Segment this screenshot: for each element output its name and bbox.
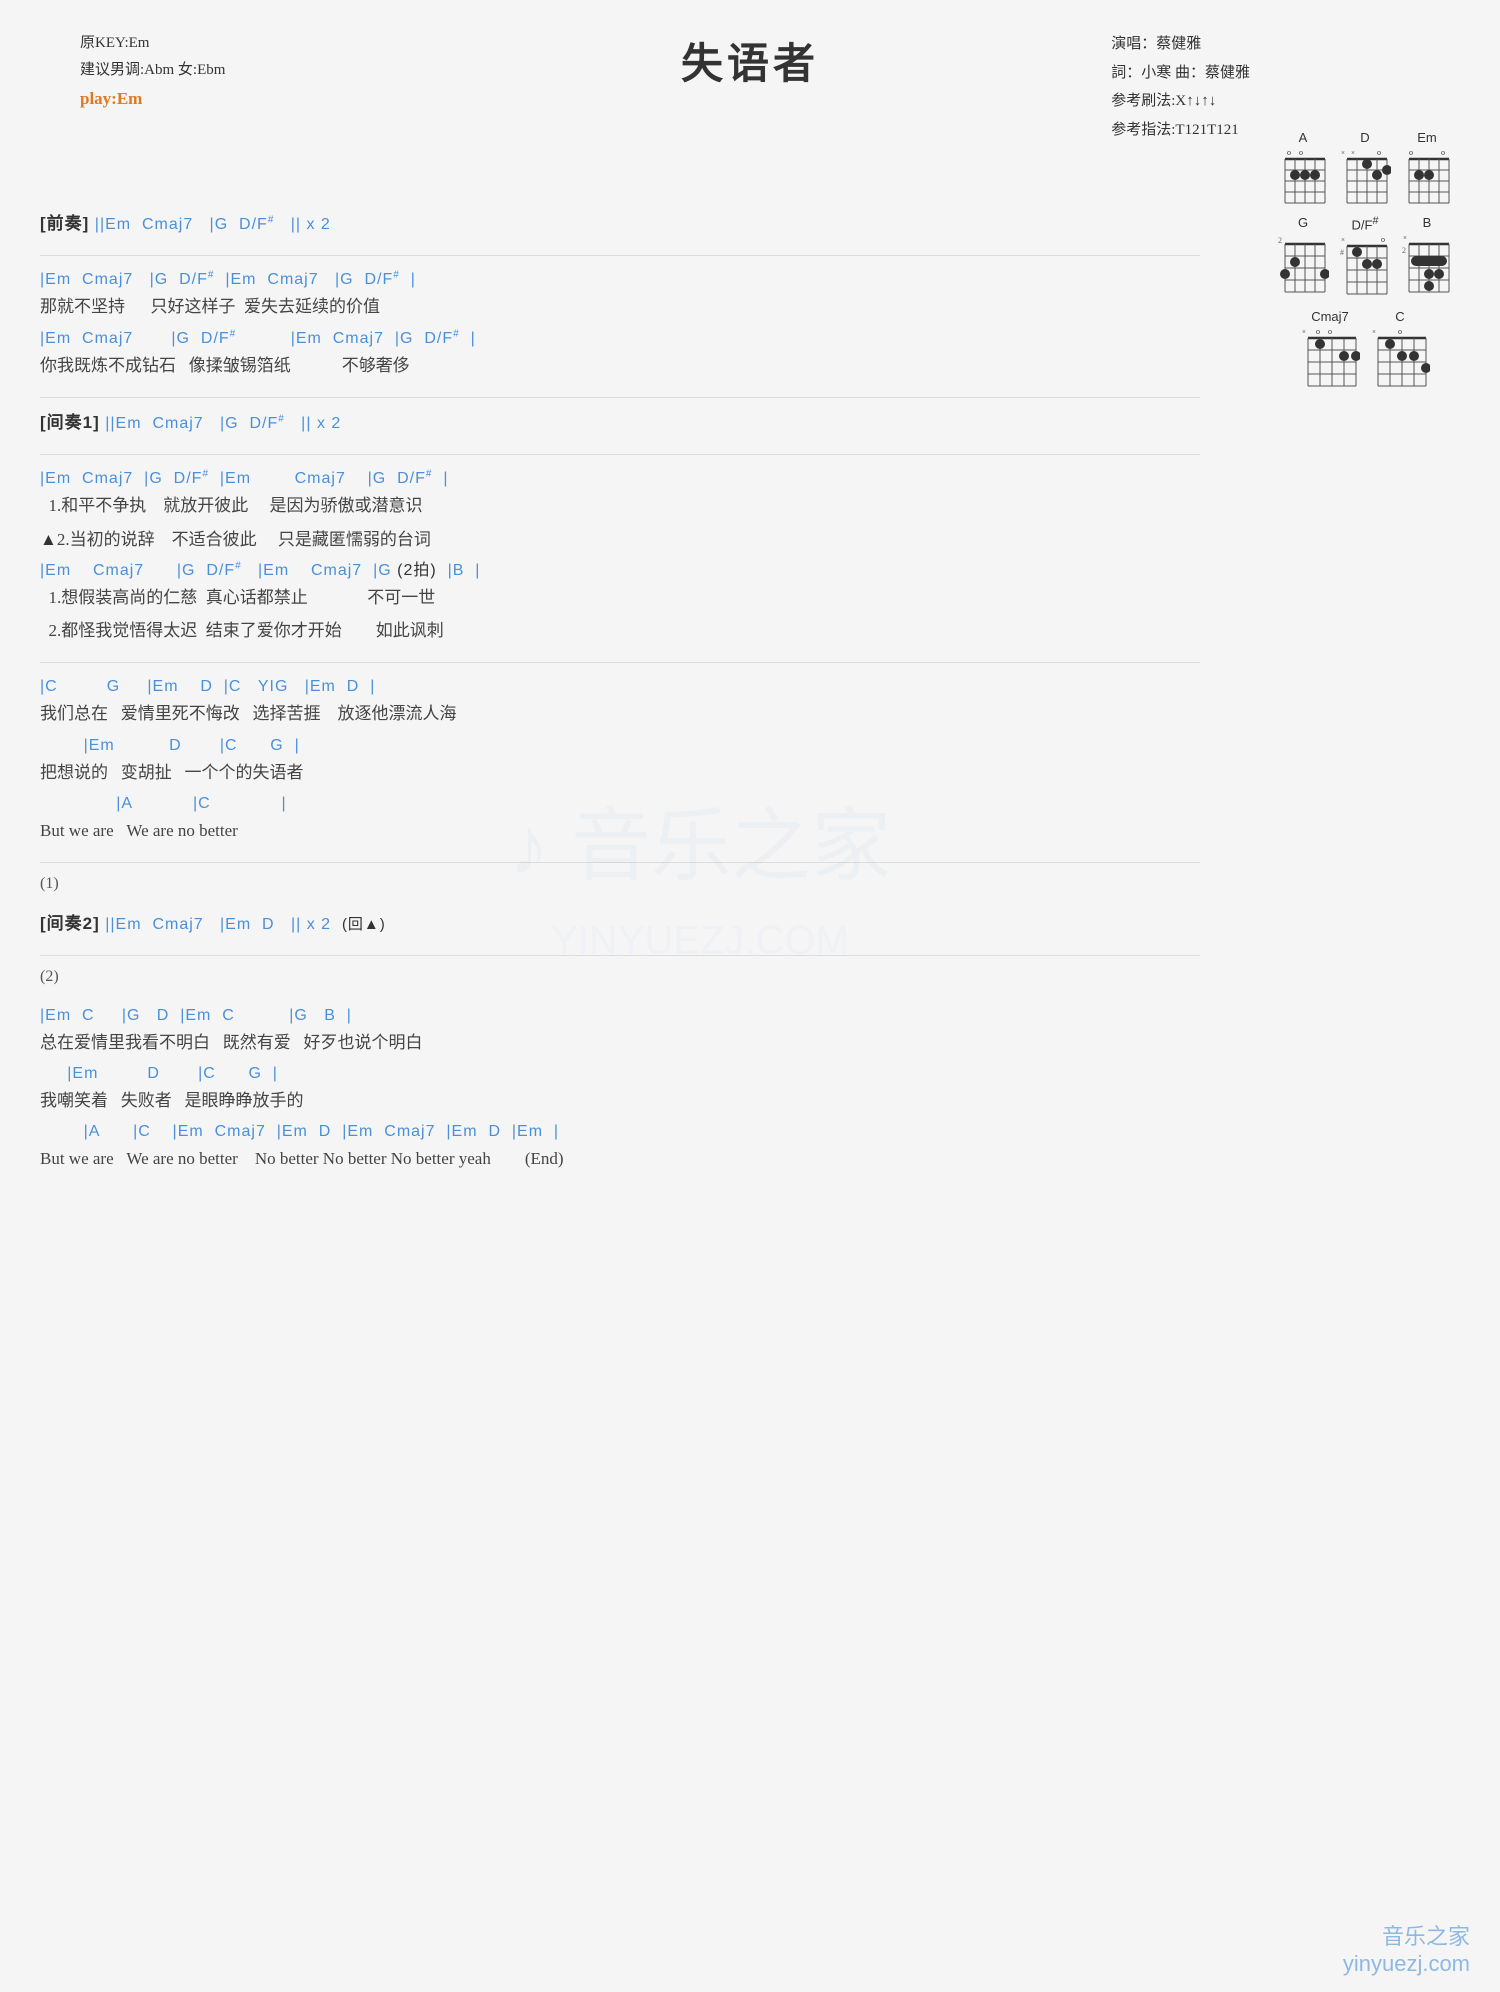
svg-text:2: 2	[1278, 236, 1282, 245]
svg-text:o: o	[1328, 327, 1332, 336]
section-note1: (1)	[40, 875, 1200, 893]
verse2-chords1: |Em Cmaj7 |G D/F# |Em Cmaj7 |G D/F# |	[40, 467, 1200, 491]
svg-text:o: o	[1377, 148, 1381, 157]
verse1-chords2: |Em Cmaj7 |G D/F# |Em Cmaj7 |G D/F# |	[40, 327, 1200, 351]
strum-label: 参考刷法:X↑↓↑↓	[1111, 87, 1250, 116]
svg-text:×: ×	[1403, 234, 1407, 242]
chord-diagrams: A o o	[1250, 130, 1480, 401]
section-verse3: |Em C |G D |Em C |G B | 总在爱情里我看不明白 既然有爱 …	[40, 1004, 1200, 1173]
verse3-lyrics2: 我嘲笑着 失败者 是眼睁睁放手的	[40, 1087, 1200, 1114]
chorus-lyrics3: But we are We are no better	[40, 817, 1200, 844]
chord-box-A: A o o	[1277, 130, 1329, 205]
watermark-text2: yinyuezj.com	[1343, 1951, 1470, 1977]
verse3-chords2: |Em D |C G |	[40, 1062, 1200, 1086]
original-key: 原KEY:Em	[80, 30, 225, 57]
chord-name-Cmaj7: Cmaj7	[1311, 309, 1349, 324]
section-interlude2: [间奏2] ||Em Cmaj7 |Em D || x 2 (回▲)	[40, 911, 1200, 937]
chorus-chords3: |A |C |	[40, 792, 1200, 816]
meta-right: 演唱：蔡健雅 詞：小寒 曲：蔡健雅 参考刷法:X↑↓↑↓ 参考指法:T121T1…	[1111, 30, 1250, 144]
svg-text:#: #	[1340, 248, 1344, 257]
chord-grid-D: × × o	[1339, 147, 1391, 205]
chord-box-DFsharp: D/F# × o #	[1339, 215, 1391, 299]
svg-text:×: ×	[1372, 328, 1376, 336]
chord-name-A: A	[1299, 130, 1308, 145]
prelude-chords: [前奏] ||Em Cmaj7 |G D/F# || x 2	[40, 211, 1200, 237]
page: 原KEY:Em 建议男调:Abm 女:Ebm play:Em 失语者 演唱：蔡健…	[0, 0, 1500, 1992]
chord-grid-Em: o o	[1401, 147, 1453, 205]
chord-box-B: B × 2	[1401, 215, 1453, 299]
chord-grid-Cmaj7: × o o	[1300, 326, 1360, 391]
finger-label: 参考指法:T121T121	[1111, 116, 1250, 145]
verse3-chords3: |A |C |Em Cmaj7 |Em D |Em Cmaj7 |Em D |E…	[40, 1120, 1200, 1144]
svg-text:o: o	[1299, 148, 1303, 157]
verse3-chords1: |Em C |G D |Em C |G B |	[40, 1004, 1200, 1028]
chord-box-G: G 2	[1277, 215, 1329, 299]
chord-name-Em: Em	[1417, 130, 1437, 145]
svg-text:o: o	[1287, 148, 1291, 157]
svg-text:o: o	[1381, 235, 1385, 244]
prelude-label: [前奏]	[40, 214, 89, 233]
section-chorus: |C G |Em D |C YIG |Em D | 我们总在 爱情里死不悔改 选…	[40, 675, 1200, 844]
verse2-lyric2a: 1.想假装高尚的仁慈 真心话都禁止 不可一世	[40, 584, 1200, 611]
svg-text:×: ×	[1351, 149, 1355, 157]
chord-name-DFsharp: D/F#	[1352, 215, 1379, 232]
chorus-chords1: |C G |Em D |C YIG |Em D |	[40, 675, 1200, 699]
suggestion-key: 建议男调:Abm 女:Ebm	[80, 57, 225, 84]
section-verse1: |Em Cmaj7 |G D/F# |Em Cmaj7 |G D/F# | 那就…	[40, 268, 1200, 379]
chord-box-Em: Em o o	[1401, 130, 1453, 205]
verse3-lyrics1: 总在爱情里我看不明白 既然有爱 好歹也说个明白	[40, 1029, 1200, 1056]
chord-row-2: G 2	[1250, 215, 1480, 299]
chord-name-D: D	[1360, 130, 1369, 145]
note2-label: (2)	[40, 968, 1200, 986]
svg-text:o: o	[1441, 148, 1445, 157]
chord-grid-B: × 2	[1401, 232, 1453, 297]
verse1-lyrics1: 那就不坚持 只好这样子 爱失去延续的价值	[40, 293, 1200, 320]
section-verse2: |Em Cmaj7 |G D/F# |Em Cmaj7 |G D/F# | 1.…	[40, 467, 1200, 644]
chord-name-B: B	[1423, 215, 1432, 230]
section-note2: (2)	[40, 968, 1200, 986]
svg-text:o: o	[1316, 327, 1320, 336]
verse2-lyric2b: 2.都怪我觉悟得太迟 结束了爱你才开始 如此讽刺	[40, 617, 1200, 644]
chord-name-C: C	[1395, 309, 1404, 324]
watermark-text1: 音乐之家	[1343, 1919, 1470, 1951]
chord-box-Cmaj7: Cmaj7 × o o	[1300, 309, 1360, 391]
section-interlude1: [间奏1] ||Em Cmaj7 |G D/F# || x 2	[40, 410, 1200, 436]
verse3-lyrics3: But we are We are no better No better No…	[40, 1145, 1200, 1172]
svg-text:o: o	[1409, 148, 1413, 157]
verse1-chords1: |Em Cmaj7 |G D/F# |Em Cmaj7 |G D/F# |	[40, 268, 1200, 292]
svg-text:o: o	[1398, 327, 1402, 336]
section-prelude: [前奏] ||Em Cmaj7 |G D/F# || x 2	[40, 211, 1200, 237]
prelude-chord-text: ||Em Cmaj7 |G D/F# || x 2	[95, 216, 331, 233]
chord-box-D: D × × o	[1339, 130, 1391, 205]
chorus-lyrics1: 我们总在 爱情里死不悔改 选择苦捱 放逐他漂流人海	[40, 700, 1200, 727]
chord-grid-C: × o	[1370, 326, 1430, 391]
main-content: [前奏] ||Em Cmaj7 |G D/F# || x 2 |Em Cmaj7…	[40, 201, 1200, 1173]
watermark-bottom: 音乐之家 yinyuezj.com	[1343, 1919, 1470, 1977]
verse1-lyrics2: 你我既炼不成钻石 像揉皱锡箔纸 不够奢侈	[40, 352, 1200, 379]
chord-row-1: A o o	[1250, 130, 1480, 205]
chord-box-C: C × o	[1370, 309, 1430, 391]
chord-grid-DFsharp: × o #	[1339, 234, 1391, 299]
verse2-lyric1b: ▲2.当初的说辞 不适合彼此 只是藏匿懦弱的台词	[40, 526, 1200, 553]
singer-label: 演唱：蔡健雅	[1111, 30, 1250, 59]
verse2-lyric1a: 1.和平不争执 就放开彼此 是因为骄傲或潜意识	[40, 492, 1200, 519]
chord-row-3: Cmaj7 × o o	[1250, 309, 1480, 391]
meta-left: 原KEY:Em 建议男调:Abm 女:Ebm play:Em	[80, 30, 225, 115]
interlude1-chords: [间奏1] ||Em Cmaj7 |G D/F# || x 2	[40, 410, 1200, 436]
chorus-lyrics2: 把想说的 变胡扯 一个个的失语者	[40, 759, 1200, 786]
lyricist-label: 詞：小寒 曲：蔡健雅	[1111, 59, 1250, 88]
svg-text:×: ×	[1302, 328, 1306, 336]
chord-grid-G: 2	[1277, 232, 1329, 297]
svg-text:×: ×	[1341, 236, 1345, 244]
chorus-chords2: |Em D |C G |	[40, 734, 1200, 758]
verse2-chords2: |Em Cmaj7 |G D/F# |Em Cmaj7 |G (2拍) |B |	[40, 559, 1200, 583]
interlude2-chords: [间奏2] ||Em Cmaj7 |Em D || x 2 (回▲)	[40, 911, 1200, 937]
svg-text:×: ×	[1341, 149, 1345, 157]
chord-grid-A: o o	[1277, 147, 1329, 205]
chord-name-G: G	[1298, 215, 1308, 230]
note1-label: (1)	[40, 875, 1200, 893]
svg-text:2: 2	[1402, 246, 1406, 255]
play-key: play:Em	[80, 84, 225, 115]
